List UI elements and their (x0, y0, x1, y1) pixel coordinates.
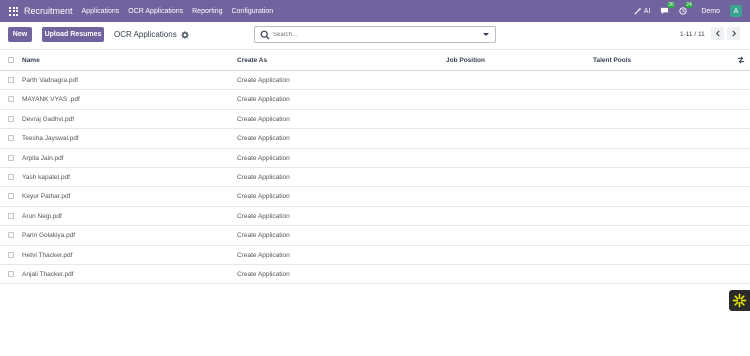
top-navbar: Recruitment Applications OCR Application… (0, 0, 750, 22)
new-button[interactable]: New (8, 27, 32, 42)
menu-item-applications[interactable]: Applications (82, 8, 120, 15)
menu-item-reporting[interactable]: Reporting (192, 8, 222, 15)
floating-assistant-button[interactable] (729, 290, 750, 311)
company-switcher[interactable]: Demo (701, 8, 720, 15)
ai-wand-icon (634, 7, 642, 15)
app-name[interactable]: Recruitment (24, 6, 73, 16)
cell-name: MAYANK VYAS .pdf (22, 96, 80, 104)
chevron-left-icon (715, 30, 720, 37)
table-row[interactable]: Arpita Jain.pdf Create Application (0, 149, 750, 168)
cell-create-as: Create Application (237, 193, 290, 201)
table-row[interactable]: Arun Negi.pdf Create Application (0, 207, 750, 227)
search-input[interactable] (273, 31, 483, 38)
dropdown-caret-icon[interactable] (483, 33, 489, 36)
cell-create-as: Create Application (237, 173, 290, 181)
cell-create-as: Create Application (237, 251, 290, 259)
cell-name: Keyur Pathar.pdf (22, 193, 71, 201)
row-checkbox[interactable] (8, 77, 14, 83)
row-checkbox[interactable] (8, 212, 14, 219)
pager-next-button[interactable] (727, 27, 740, 40)
column-header-create-as[interactable]: Create As (237, 57, 267, 64)
row-checkbox[interactable] (8, 193, 14, 200)
ai-label: AI (643, 7, 651, 15)
table-row[interactable]: Parth Vadnagra.pdf Create Application (0, 71, 750, 91)
row-checkbox[interactable] (8, 173, 14, 180)
table-row[interactable]: Anjali Thacker.pdf Create Application (0, 265, 750, 285)
pager-previous-button[interactable] (711, 27, 724, 40)
table-header: Name Create As Job Position Talent Pools (0, 51, 750, 71)
table-row[interactable]: Parin Golakiya.pdf Create Application (0, 226, 750, 246)
cell-create-as: Create Application (237, 212, 290, 220)
cell-name: Hetvi Thacker.pdf (22, 251, 73, 259)
systray: AI 26 24 Demo A (634, 0, 750, 22)
cell-name: Arun Negi.pdf (22, 212, 62, 220)
table-row[interactable]: MAYANK VYAS .pdf Create Application (0, 90, 750, 110)
search-icon (260, 30, 270, 39)
main-menu: Applications OCR Applications Reporting … (82, 8, 283, 15)
row-checkbox[interactable] (8, 270, 14, 277)
chevron-right-icon (731, 30, 736, 37)
cell-name: Devraj Gadhvi.pdf (22, 115, 75, 123)
menu-item-ocr-applications[interactable]: OCR Applications (128, 8, 183, 15)
gear-icon[interactable] (181, 30, 189, 39)
pager-value[interactable]: 1-11 / 11 (680, 31, 705, 38)
row-checkbox[interactable] (8, 96, 14, 103)
sparkle-widget-icon (732, 293, 747, 308)
optional-columns-icon[interactable] (737, 56, 745, 64)
cell-create-as: Create Application (237, 135, 290, 143)
column-header-name[interactable]: Name (22, 57, 40, 64)
row-checkbox[interactable] (8, 232, 14, 239)
cell-name: Anjali Thacker.pdf (22, 270, 74, 278)
column-header-talent-pools[interactable]: Talent Pools (593, 57, 631, 64)
apps-grid-icon[interactable] (9, 6, 18, 16)
ai-button[interactable]: AI (634, 7, 651, 15)
row-checkbox[interactable] (8, 135, 14, 142)
activities-button[interactable]: 24 (679, 2, 694, 15)
search-bar (254, 26, 496, 43)
upload-resumes-button[interactable]: Upload Resumes (42, 27, 104, 42)
cell-create-as: Create Application (237, 77, 290, 84)
row-checkbox[interactable] (8, 251, 14, 258)
cell-create-as: Create Application (237, 96, 290, 104)
cell-create-as: Create Application (237, 232, 290, 240)
messages-icon (661, 7, 669, 15)
cell-name: Parth Vadnagra.pdf (22, 77, 78, 84)
row-checkbox[interactable] (8, 115, 14, 122)
messages-button[interactable]: 26 (660, 2, 676, 15)
row-checkbox[interactable] (8, 154, 14, 161)
cell-name: Parin Golakiya.pdf (22, 232, 76, 240)
menu-item-configuration[interactable]: Configuration (231, 8, 273, 15)
table-row[interactable]: Teesha Jayswal.pdf Create Application (0, 129, 750, 149)
table-row[interactable]: Devraj Gadhvi.pdf Create Application (0, 110, 750, 130)
page-title: OCR Applications (114, 30, 177, 39)
avatar[interactable]: A (730, 5, 742, 17)
column-header-job-position[interactable]: Job Position (446, 57, 485, 64)
breadcrumb: OCR Applications (114, 30, 189, 39)
list-table: Name Create As Job Position Talent Pools… (0, 51, 750, 285)
messages-count-badge: 26 (666, 2, 676, 8)
cell-name: Teesha Jayswal.pdf (22, 135, 79, 143)
cell-name: Yash kapatel.pdf (22, 173, 70, 181)
select-all-checkbox[interactable] (8, 57, 14, 63)
activities-count-badge: 24 (684, 2, 694, 8)
activity-clock-icon (679, 7, 687, 15)
cell-create-as: Create Application (237, 115, 290, 123)
table-row[interactable]: Yash kapatel.pdf Create Application (0, 168, 750, 188)
table-row[interactable]: Keyur Pathar.pdf Create Application (0, 187, 750, 207)
cell-create-as: Create Application (237, 154, 290, 162)
cell-create-as: Create Application (237, 270, 290, 278)
cell-name: Arpita Jain.pdf (22, 154, 64, 162)
table-row[interactable]: Hetvi Thacker.pdf Create Application (0, 246, 750, 265)
control-panel: New Upload Resumes OCR Applications 1-11… (0, 22, 750, 50)
